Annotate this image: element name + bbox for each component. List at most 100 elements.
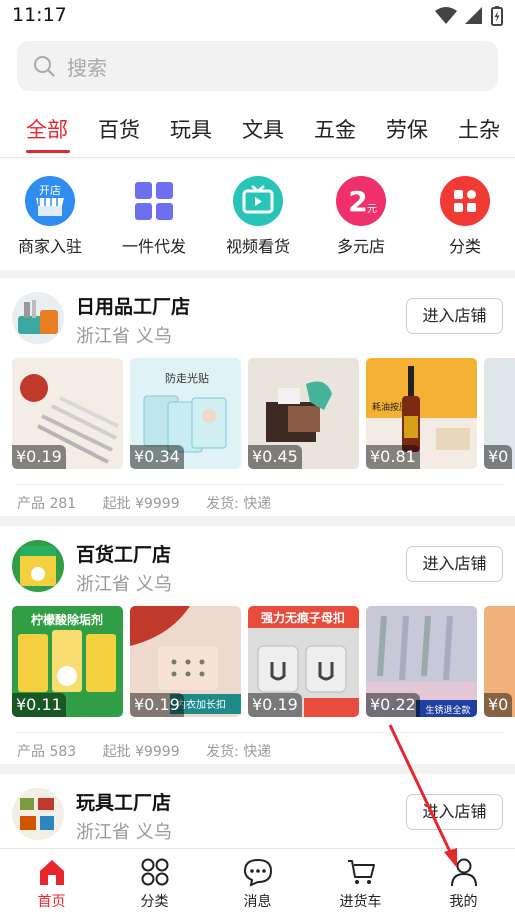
product-card[interactable]: 防走光贴 ¥0.34 (130, 358, 241, 469)
tab-sundries[interactable]: 土杂 (458, 114, 500, 144)
tab-toys[interactable]: 玩具 (170, 114, 212, 144)
nav-profile[interactable]: 我的 (412, 855, 515, 911)
shop-card: 百货工厂店 浙江省 义乌 进入店铺 柠檬酸除垢剂 ¥0.11 内衣加长扣 ¥0.… (0, 526, 515, 764)
nav-cart[interactable]: 进货车 (309, 855, 412, 911)
shipping-method: 发货: 快递 (206, 496, 272, 512)
quick-two-yuan-store[interactable]: 2 元 多元店 (309, 176, 413, 257)
shop-meta: 产品 281 起批 ¥9999 发货: 快递 (17, 484, 503, 513)
svg-text:元: 元 (367, 204, 377, 215)
search-placeholder: 搜索 (67, 55, 107, 80)
product-count: 产品 281 (17, 496, 77, 512)
product-card[interactable]: ¥0.45 (248, 358, 359, 469)
product-strip: ¥0.19 防走光贴 ¥0.34 ¥0.45 耗油按压器 ¥0.81 ¥0 (12, 358, 515, 470)
nav-messages[interactable]: 消息 (206, 855, 309, 911)
quick-label: 分类 (448, 237, 481, 256)
quick-label: 一件代发 (121, 237, 186, 256)
wifi-icon (435, 7, 457, 24)
product-price: ¥0.34 (130, 445, 184, 469)
shipping-method: 发货: 快递 (206, 744, 272, 760)
category-tabs: 全部 百货 玩具 文具 五金 劳保 土杂 (0, 100, 515, 158)
product-price: ¥0.81 (366, 445, 420, 469)
shop-name: 日用品工厂店 (76, 296, 191, 318)
shop-name: 百货工厂店 (76, 544, 172, 566)
shop-name: 玩具工厂店 (76, 792, 172, 814)
shop-card: 日用品工厂店 浙江省 义乌 进入店铺 ¥0.19 防走光贴 ¥0.34 ¥0.4… (0, 278, 515, 516)
avatar[interactable] (12, 540, 64, 592)
nav-home[interactable]: 首页 (0, 855, 103, 911)
tab-labor-protection[interactable]: 劳保 (386, 114, 428, 144)
shop-location: 浙江省 义乌 (76, 822, 172, 843)
tab-all[interactable]: 全部 (26, 114, 68, 144)
product-card[interactable]: ¥0 (484, 358, 515, 469)
tab-stationery[interactable]: 文具 (242, 114, 284, 144)
nav-label: 分类 (140, 894, 169, 910)
battery-icon (491, 6, 503, 26)
user-icon (450, 858, 477, 887)
tab-active-indicator (26, 150, 70, 153)
product-price: ¥0 (484, 445, 513, 469)
quick-category[interactable]: 分类 (413, 176, 515, 257)
storefront-icon: 开店 (25, 176, 75, 226)
grid-apps-icon (129, 176, 179, 226)
avatar[interactable] (12, 788, 64, 840)
product-card[interactable]: 柠檬酸除垢剂 ¥0.11 (12, 606, 123, 717)
cart-icon (347, 860, 375, 884)
product-price: ¥0.45 (248, 445, 302, 469)
product-card[interactable]: 生锈退全款 ¥0.22 (366, 606, 477, 717)
status-bar: 11:17 (0, 0, 515, 34)
svg-text:强力无痕子母扣: 强力无痕子母扣 (261, 610, 345, 625)
product-price: ¥0.22 (366, 693, 420, 717)
product-card[interactable]: 内衣加长扣 ¥0.19 (130, 606, 241, 717)
quick-label: 视频看货 (225, 237, 290, 256)
product-card[interactable]: ¥0.19 (12, 358, 123, 469)
tab-hardware[interactable]: 五金 (314, 114, 356, 144)
nav-label: 进货车 (339, 894, 382, 910)
two-yuan-icon: 2 元 (336, 176, 386, 226)
category-icon (440, 176, 490, 226)
product-card[interactable]: ¥0 (484, 606, 515, 717)
product-price: ¥0.19 (130, 693, 184, 717)
shop-meta: 产品 583 起批 ¥9999 发货: 快递 (17, 732, 503, 761)
quick-dropship[interactable]: 一件代发 (102, 176, 206, 257)
enter-shop-button[interactable]: 进入店铺 (406, 794, 503, 830)
quick-label: 多元店 (336, 237, 385, 256)
nav-label: 我的 (449, 894, 478, 910)
tv-icon (233, 176, 283, 226)
quick-video-browse[interactable]: 视频看货 (206, 176, 310, 257)
enter-shop-button[interactable]: 进入店铺 (406, 298, 503, 334)
product-price: ¥0 (484, 693, 513, 717)
product-strip: 柠檬酸除垢剂 ¥0.11 内衣加长扣 ¥0.19 强力无痕子母扣 ¥0.19 生… (12, 606, 515, 718)
nav-label: 首页 (37, 894, 66, 910)
home-icon (39, 860, 64, 885)
min-order: 起批 ¥9999 (102, 744, 180, 760)
search-input[interactable]: 搜索 (17, 41, 498, 91)
quick-label: 商家入驻 (17, 237, 82, 256)
search-bar: 搜索 (0, 34, 515, 100)
product-card[interactable]: 强力无痕子母扣 ¥0.19 (248, 606, 359, 717)
svg-text:生锈退全款: 生锈退全款 (425, 704, 470, 716)
quick-merchant-join[interactable]: 开店 商家入驻 (0, 176, 102, 257)
shop-location: 浙江省 义乌 (76, 326, 172, 347)
quick-entries: 开店 商家入驻 一件代发 视频看货 2 元 多元店 分类 (0, 158, 515, 270)
svg-text:防走光贴: 防走光贴 (165, 371, 209, 385)
product-price: ¥0.19 (248, 693, 302, 717)
signal-icon (465, 7, 482, 24)
shop-card: 玩具工厂店 浙江省 义乌 进入店铺 (0, 774, 515, 848)
product-price: ¥0.11 (12, 693, 66, 717)
shop-location: 浙江省 义乌 (76, 574, 172, 595)
bottom-nav: 首页 分类 消息 进货车 我的 (0, 848, 515, 918)
avatar[interactable] (12, 292, 64, 344)
app-screen: 11:17 搜索 全部 百货 玩具 文具 五金 劳保 土杂 开店 商家入驻 一件… (0, 0, 515, 918)
product-price: ¥0.19 (12, 445, 66, 469)
enter-shop-button[interactable]: 进入店铺 (406, 546, 503, 582)
min-order: 起批 ¥9999 (102, 496, 180, 512)
svg-text:柠檬酸除垢剂: 柠檬酸除垢剂 (31, 612, 103, 627)
product-count: 产品 583 (17, 744, 77, 760)
message-icon (243, 858, 272, 887)
nav-label: 消息 (243, 894, 272, 910)
product-card[interactable]: 耗油按压器 ¥0.81 (366, 358, 477, 469)
svg-text:2: 2 (348, 185, 367, 218)
nav-category[interactable]: 分类 (103, 855, 206, 911)
tab-general-goods[interactable]: 百货 (98, 114, 140, 144)
svg-text:开店: 开店 (39, 183, 61, 197)
